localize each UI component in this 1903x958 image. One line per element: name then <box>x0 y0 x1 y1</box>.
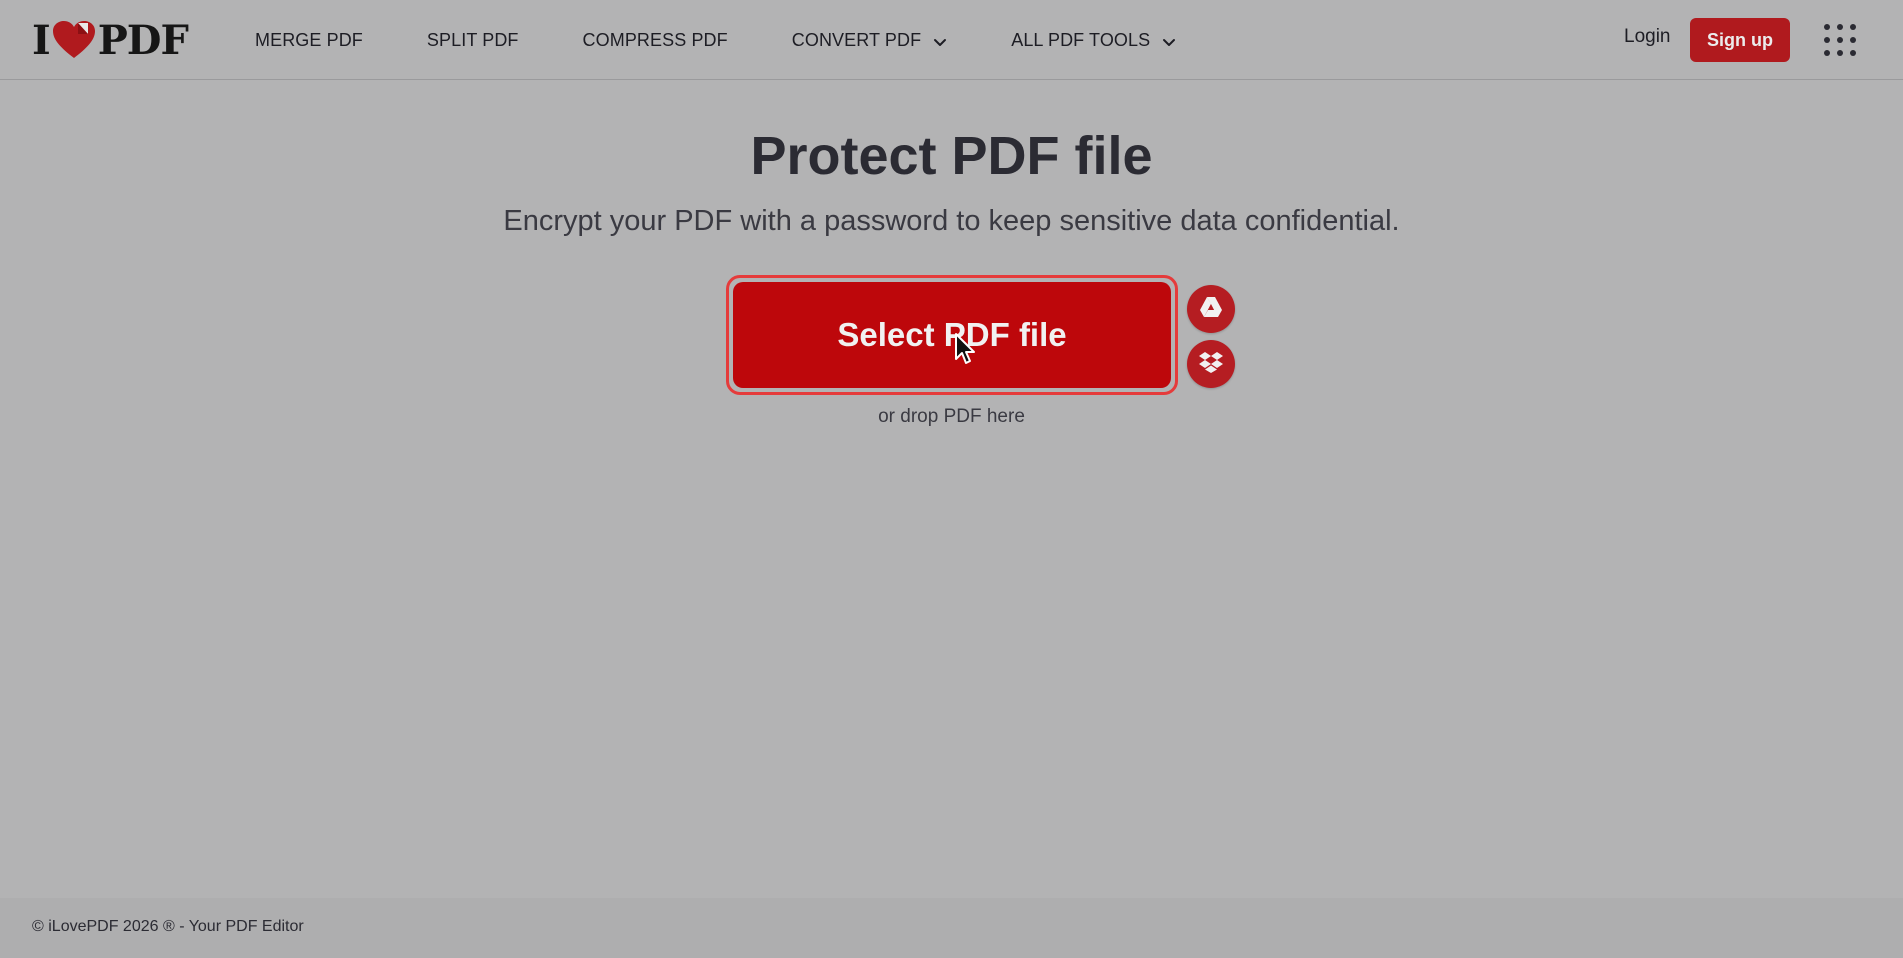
site-header: I PDF MERGE PDF SPLIT PDF COMPRESS PDF C… <box>0 0 1903 80</box>
heart-icon <box>51 20 97 60</box>
grid-icon[interactable] <box>1822 22 1858 58</box>
logo-text-i: I <box>32 16 51 64</box>
google-drive-button[interactable] <box>1187 285 1235 333</box>
page-subtitle: Encrypt your PDF with a password to keep… <box>503 205 1400 237</box>
nav-convert-pdf[interactable]: CONVERT PDF <box>792 30 947 51</box>
page-title: Protect PDF file <box>750 126 1153 186</box>
drop-hint-text: or drop PDF here <box>878 406 1025 427</box>
chevron-down-icon <box>933 33 947 47</box>
site-footer: © iLovePDF 2026 ® - Your PDF Editor <box>0 898 1903 958</box>
nav-split-pdf[interactable]: SPLIT PDF <box>427 30 519 51</box>
dropbox-button[interactable] <box>1187 340 1235 388</box>
ilovepdf-logo[interactable]: I PDF <box>32 16 189 64</box>
nav-compress-pdf-label: COMPRESS PDF <box>582 29 728 50</box>
nav-split-pdf-label: SPLIT PDF <box>426 29 519 50</box>
login-link[interactable]: Login <box>1624 26 1671 48</box>
nav-merge-pdf[interactable]: MERGE PDF <box>255 30 363 51</box>
nav-compress-pdf[interactable]: COMPRESS PDF <box>583 30 728 51</box>
copyright-text: © iLovePDF 2026 ® - Your PDF Editor <box>32 918 304 935</box>
nav-all-pdf-tools[interactable]: ALL PDF TOOLS <box>1011 30 1176 51</box>
main-nav: MERGE PDF SPLIT PDF COMPRESS PDF CONVERT… <box>255 0 1176 80</box>
google-drive-icon <box>1199 296 1223 323</box>
select-pdf-file-button[interactable]: Select PDF file <box>733 282 1171 388</box>
nav-merge-pdf-label: MERGE PDF <box>255 29 363 50</box>
chevron-down-icon <box>1162 33 1176 47</box>
nav-all-pdf-tools-label: ALL PDF TOOLS <box>1011 29 1151 50</box>
logo-text-pdf: PDF <box>97 16 189 64</box>
select-file-focus-ring: Select PDF file <box>726 275 1178 395</box>
signup-button[interactable]: Sign up <box>1690 18 1790 62</box>
dropbox-icon <box>1199 351 1223 378</box>
nav-convert-pdf-label: CONVERT PDF <box>791 29 922 50</box>
